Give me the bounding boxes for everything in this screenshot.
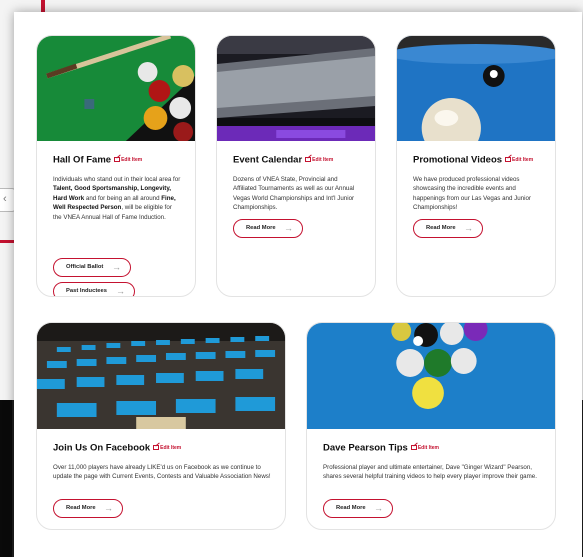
edit-item-link[interactable]: Edit Item bbox=[153, 445, 181, 451]
card-image-billiard-cue bbox=[37, 36, 195, 141]
card-title: Hall Of Fame Edit Item bbox=[53, 154, 143, 166]
arrow-right-icon: → bbox=[112, 262, 121, 272]
card-image-tournament-hall bbox=[37, 323, 285, 429]
card-title: Join Us On Facebook Edit Item bbox=[53, 442, 182, 454]
card-title: Promotional Videos Edit Item bbox=[413, 154, 534, 166]
arrow-right-icon: → bbox=[284, 223, 293, 233]
read-more-button[interactable]: Read More → bbox=[413, 218, 483, 238]
card-event-calendar: Event Calendar Edit Item Dozens of VNEA S… bbox=[216, 35, 376, 297]
card-image-ball-rack bbox=[307, 323, 555, 429]
card-dave-pearson-tips: Dave Pearson Tips Edit Item Professional … bbox=[306, 322, 556, 530]
chevron-left-icon: ‹ bbox=[3, 193, 7, 205]
read-more-button[interactable]: Read More → bbox=[53, 498, 123, 518]
edit-icon bbox=[305, 157, 312, 162]
edit-icon bbox=[505, 157, 512, 162]
past-inductees-button[interactable]: Past Inductees → bbox=[53, 281, 135, 296]
card-facebook: Join Us On Facebook Edit Item Over 11,000… bbox=[36, 322, 286, 530]
card-description: Individuals who stand out in their local… bbox=[53, 175, 181, 221]
card-description: Dozens of VNEA State, Provincial and Aff… bbox=[233, 175, 355, 212]
edit-item-link[interactable]: Edit Item bbox=[505, 157, 533, 163]
card-title: Event Calendar Edit Item bbox=[233, 154, 334, 166]
read-more-button[interactable]: Read More → bbox=[323, 498, 393, 518]
card-title: Dave Pearson Tips Edit Item bbox=[323, 442, 439, 454]
official-ballot-button[interactable]: Official Ballot → bbox=[53, 257, 131, 277]
card-hall-of-fame: Hall Of Fame Edit Item Individuals who st… bbox=[36, 35, 196, 297]
arrow-right-icon: → bbox=[116, 286, 125, 296]
background-footer-edge bbox=[0, 400, 12, 557]
edit-item-link[interactable]: Edit Item bbox=[305, 157, 333, 163]
edit-icon bbox=[410, 445, 417, 450]
edit-icon bbox=[114, 157, 121, 162]
card-promotional-videos: Promotional Videos Edit Item We have prod… bbox=[396, 35, 556, 297]
card-description: We have produced professional videos sho… bbox=[413, 175, 531, 212]
arrow-right-icon: → bbox=[104, 503, 113, 513]
edit-icon bbox=[153, 445, 160, 450]
arrow-right-icon: → bbox=[374, 503, 383, 513]
card-image-cue-ball bbox=[397, 36, 555, 141]
card-description: Over 11,000 players have already LIKE'd … bbox=[53, 463, 271, 481]
card-image-pool-table bbox=[217, 36, 375, 141]
card-description: Professional player and ultimate enterta… bbox=[323, 463, 537, 481]
edit-item-link[interactable]: Edit Item bbox=[114, 157, 142, 163]
edit-item-link[interactable]: Edit Item bbox=[410, 445, 439, 451]
read-more-button[interactable]: Read More → bbox=[233, 218, 303, 238]
modal-panel: Hall Of Fame Edit Item Individuals who st… bbox=[14, 12, 582, 557]
arrow-right-icon: → bbox=[464, 223, 473, 233]
